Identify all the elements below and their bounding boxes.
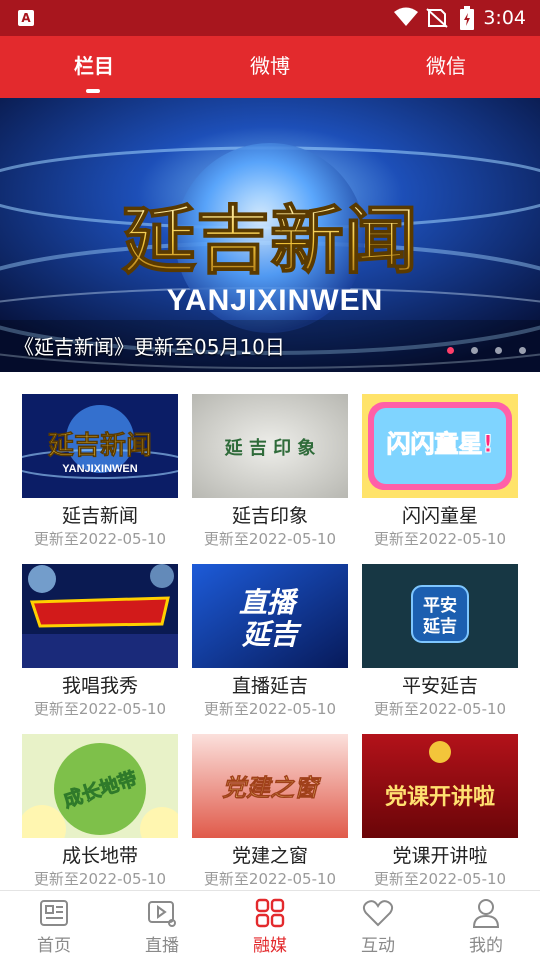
banner-caption: 《延吉新闻》更新至05月10日	[14, 335, 285, 359]
program-thumbnail: 直播 延吉	[192, 564, 348, 668]
svg-text:直播: 直播	[239, 586, 299, 619]
program-card-yanji-news[interactable]: 延吉新闻 YANJIXINWEN 延吉新闻 更新至2022-05-10	[22, 394, 180, 554]
program-thumbnail	[22, 564, 178, 668]
program-title: 延吉印象	[231, 505, 308, 527]
program-updated: 更新至2022-05-10	[203, 530, 337, 548]
program-card-growth-zone[interactable]: 成长地带 成长地带 更新至2022-05-10	[22, 734, 180, 894]
program-grid: 延吉新闻 YANJIXINWEN 延吉新闻 更新至2022-05-10 延 吉 …	[0, 372, 540, 890]
app-notification-icon	[18, 10, 34, 26]
tab-wechat[interactable]: 微信	[386, 36, 506, 98]
program-thumbnail: 党建之窗	[192, 734, 348, 838]
svg-text:闪闪童星!: 闪闪童星!	[387, 430, 494, 458]
nav-label: 首页	[37, 936, 71, 956]
program-card-shining-kids[interactable]: 闪闪童星! 闪闪童星 更新至2022-05-10	[362, 394, 520, 554]
program-card-sing-show[interactable]: 我唱我秀 更新至2022-05-10	[22, 564, 180, 724]
program-title: 延吉新闻	[61, 505, 138, 527]
nav-mine[interactable]: 我的	[432, 891, 540, 961]
program-updated: 更新至2022-05-10	[33, 700, 167, 718]
nav-home[interactable]: 首页	[0, 891, 108, 961]
program-updated: 更新至2022-05-10	[373, 870, 507, 888]
program-title: 平安延吉	[401, 675, 478, 697]
tab-label: 微博	[250, 54, 290, 78]
program-updated: 更新至2022-05-10	[33, 530, 167, 548]
grid-icon	[255, 898, 285, 928]
active-tab-indicator	[86, 89, 100, 93]
program-title: 直播延吉	[231, 675, 308, 697]
program-card-live-yanji[interactable]: 直播 延吉 直播延吉 更新至2022-05-10	[192, 564, 350, 724]
program-card-party-lecture[interactable]: 党课开讲啦 党课开讲啦 更新至2022-05-10	[362, 734, 520, 894]
wifi-icon	[394, 7, 418, 26]
program-title: 党课开讲啦	[392, 845, 488, 867]
svg-text:党课开讲啦: 党课开讲啦	[385, 784, 495, 810]
top-tab-bar: 栏目 微博 微信	[0, 36, 540, 98]
svg-text:延吉: 延吉	[241, 618, 302, 651]
svg-text:延吉: 延吉	[422, 616, 457, 637]
carousel-dot[interactable]	[470, 347, 478, 354]
svg-text:延吉新闻: 延吉新闻	[47, 430, 152, 461]
no-sim-icon	[426, 8, 448, 28]
nav-interact[interactable]: 互动	[324, 891, 432, 961]
program-updated: 更新至2022-05-10	[373, 530, 507, 548]
program-updated: 更新至2022-05-10	[203, 700, 337, 718]
nav-label: 我的	[469, 936, 503, 956]
program-updated: 更新至2022-05-10	[373, 700, 507, 718]
carousel-dot[interactable]	[494, 347, 502, 354]
tab-label: 微信	[426, 54, 466, 78]
svg-text:YANJIXINWEN: YANJIXINWEN	[62, 463, 137, 475]
program-updated: 更新至2022-05-10	[33, 870, 167, 888]
svg-text:党建之窗: 党建之窗	[222, 773, 322, 802]
carousel-dot[interactable]	[519, 347, 526, 354]
program-thumbnail: 成长地带	[22, 734, 178, 838]
banner-carousel[interactable]: 延吉新闻 YANJIXINWEN 《延吉新闻》更新至05月10日	[0, 98, 540, 372]
program-thumbnail: 平安 延吉	[362, 564, 518, 668]
nav-live[interactable]: 直播	[108, 891, 216, 961]
program-card-party-window[interactable]: 党建之窗 党建之窗 更新至2022-05-10	[192, 734, 350, 894]
heart-icon	[362, 900, 394, 927]
nav-media[interactable]: 融媒	[216, 891, 324, 961]
program-card-safe-yanji[interactable]: 平安 延吉 平安延吉 更新至2022-05-10	[362, 564, 520, 724]
program-thumbnail: 闪闪童星!	[362, 394, 518, 498]
program-thumbnail: 延 吉 印 象	[192, 394, 348, 498]
status-bar: 3:04	[0, 0, 540, 36]
program-thumbnail: 党课开讲啦	[362, 734, 518, 838]
news-icon	[40, 900, 68, 926]
video-icon	[148, 901, 176, 927]
nav-label: 直播	[145, 936, 179, 956]
program-title: 党建之窗	[231, 845, 308, 867]
bottom-navigation: 首页 直播 融媒 互动 我的	[0, 890, 540, 961]
carousel-dots	[435, 339, 526, 358]
user-icon	[472, 899, 500, 928]
nav-label: 互动	[361, 936, 395, 956]
program-title: 闪闪童星	[401, 505, 478, 527]
banner-title-art: 延吉新闻	[122, 198, 418, 284]
svg-text:延 吉 印 象: 延 吉 印 象	[224, 437, 316, 459]
banner-subtitle-art: YANJIXINWEN	[167, 284, 384, 317]
program-title: 我唱我秀	[61, 675, 138, 697]
tab-label: 栏目	[74, 54, 114, 78]
tab-columns[interactable]: 栏目	[34, 36, 154, 98]
nav-label: 融媒	[253, 936, 287, 956]
program-card-yanji-impression[interactable]: 延 吉 印 象 延吉印象 更新至2022-05-10	[192, 394, 350, 554]
program-thumbnail: 延吉新闻 YANJIXINWEN	[22, 394, 178, 498]
program-updated: 更新至2022-05-10	[203, 870, 337, 888]
svg-text:平安: 平安	[423, 595, 457, 616]
battery-icon	[460, 6, 474, 30]
tab-weibo[interactable]: 微博	[210, 36, 330, 98]
status-time: 3:04	[483, 7, 526, 29]
program-title: 成长地带	[61, 845, 138, 867]
carousel-dot[interactable]	[446, 347, 454, 354]
